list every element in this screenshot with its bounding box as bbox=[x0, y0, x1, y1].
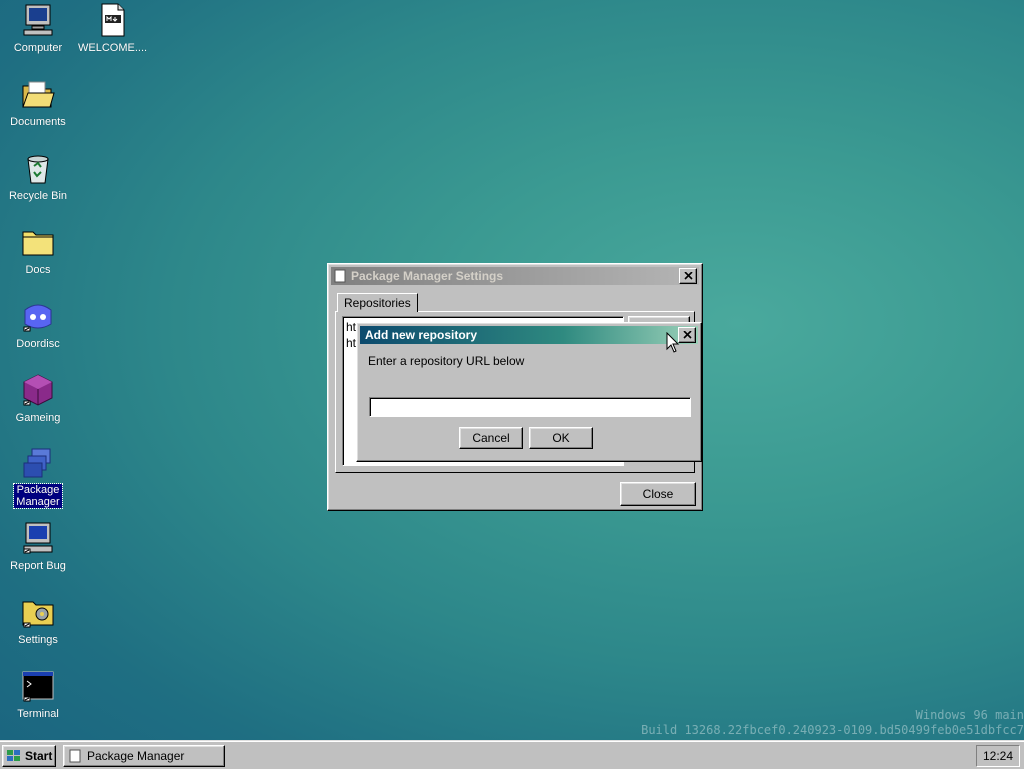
desktop-icon-label: Documents bbox=[10, 116, 66, 128]
desktop-icon-welcome[interactable]: WELCOME.... bbox=[76, 2, 148, 54]
terminal-icon bbox=[22, 671, 54, 702]
close-icon bbox=[682, 331, 692, 339]
desktop-icon-documents[interactable]: Documents bbox=[2, 76, 74, 128]
tab-repositories[interactable]: Repositories bbox=[337, 293, 418, 312]
tab-label: Repositories bbox=[344, 296, 411, 310]
settings-window-titlebar[interactable]: Package Manager Settings bbox=[331, 267, 699, 285]
desktop-icon-report-bug[interactable]: Report Bug bbox=[2, 520, 74, 572]
add-repository-dialog: Add new repository Enter a repository UR… bbox=[356, 322, 702, 462]
taskbar-clock[interactable]: 12:24 bbox=[976, 745, 1020, 767]
close-icon bbox=[683, 272, 693, 280]
dialog-titlebar[interactable]: Add new repository bbox=[360, 326, 698, 344]
dialog-prompt: Enter a repository URL below bbox=[368, 354, 525, 368]
ok-button[interactable]: OK bbox=[529, 427, 593, 449]
cancel-button[interactable]: Cancel bbox=[459, 427, 523, 449]
close-button[interactable]: Close bbox=[620, 482, 696, 506]
app-window-icon bbox=[334, 269, 346, 283]
markdown-file-icon bbox=[101, 3, 125, 37]
desktop-icon-label: Computer bbox=[13, 42, 63, 54]
desktop-icon-label: Recycle Bin bbox=[8, 190, 68, 202]
repository-url-input[interactable] bbox=[369, 397, 691, 417]
start-logo-icon bbox=[7, 750, 20, 761]
computer-bug-icon bbox=[23, 522, 53, 554]
desktop-icon-label: Report Bug bbox=[10, 560, 66, 572]
start-button[interactable]: Start bbox=[2, 745, 56, 767]
desktop-icon-doordisc[interactable]: Doordisc bbox=[2, 298, 74, 350]
build-watermark-line2: Build 13268.22fbcef0.240923-0109.bd50499… bbox=[641, 723, 1024, 737]
recycle-bin-icon bbox=[27, 155, 49, 184]
cube-icon bbox=[23, 374, 53, 406]
open-folder-icon bbox=[22, 81, 55, 108]
settings-window-title: Package Manager Settings bbox=[351, 269, 504, 283]
desktop-icon-label: Terminal bbox=[17, 708, 59, 720]
desktop-icon-terminal[interactable]: Terminal bbox=[2, 668, 74, 720]
mouse-cursor-icon bbox=[666, 332, 680, 353]
dialog-title: Add new repository bbox=[365, 328, 478, 342]
folder-icon bbox=[22, 231, 54, 256]
settings-folder-icon bbox=[22, 601, 54, 628]
desktop-icon-package-manager[interactable]: Package Manager bbox=[2, 446, 74, 509]
desktop-icon-gameing[interactable]: Gameing bbox=[2, 372, 74, 424]
desktop-icon-label: WELCOME.... bbox=[78, 42, 148, 54]
dialog-close-button[interactable] bbox=[678, 327, 696, 343]
computer-icon bbox=[23, 4, 53, 36]
desktop-icon-label: Docs bbox=[25, 264, 51, 276]
desktop-icon-label: Settings bbox=[18, 634, 58, 646]
desktop-icon-settings[interactable]: Settings bbox=[2, 594, 74, 646]
build-watermark-line1: Windows 96 main bbox=[915, 708, 1024, 722]
desktop-icon-recycle-bin[interactable]: Recycle Bin bbox=[2, 150, 74, 202]
desktop-icon-label: Gameing bbox=[15, 412, 61, 424]
taskbar: Start Package Manager 12:24 bbox=[0, 740, 1024, 769]
taskbar-button-package-manager[interactable]: Package Manager bbox=[63, 745, 225, 767]
desktop-icon-label: Package Manager bbox=[13, 483, 63, 509]
app-window-icon bbox=[69, 749, 81, 763]
desktop-icon-computer[interactable]: Computer bbox=[2, 2, 74, 54]
desktop-icon-label: Doordisc bbox=[16, 338, 60, 350]
doordisc-icon bbox=[23, 304, 52, 332]
package-manager-icon bbox=[23, 448, 51, 478]
settings-window-close-button[interactable] bbox=[679, 268, 697, 284]
desktop-icon-docs[interactable]: Docs bbox=[2, 224, 74, 276]
